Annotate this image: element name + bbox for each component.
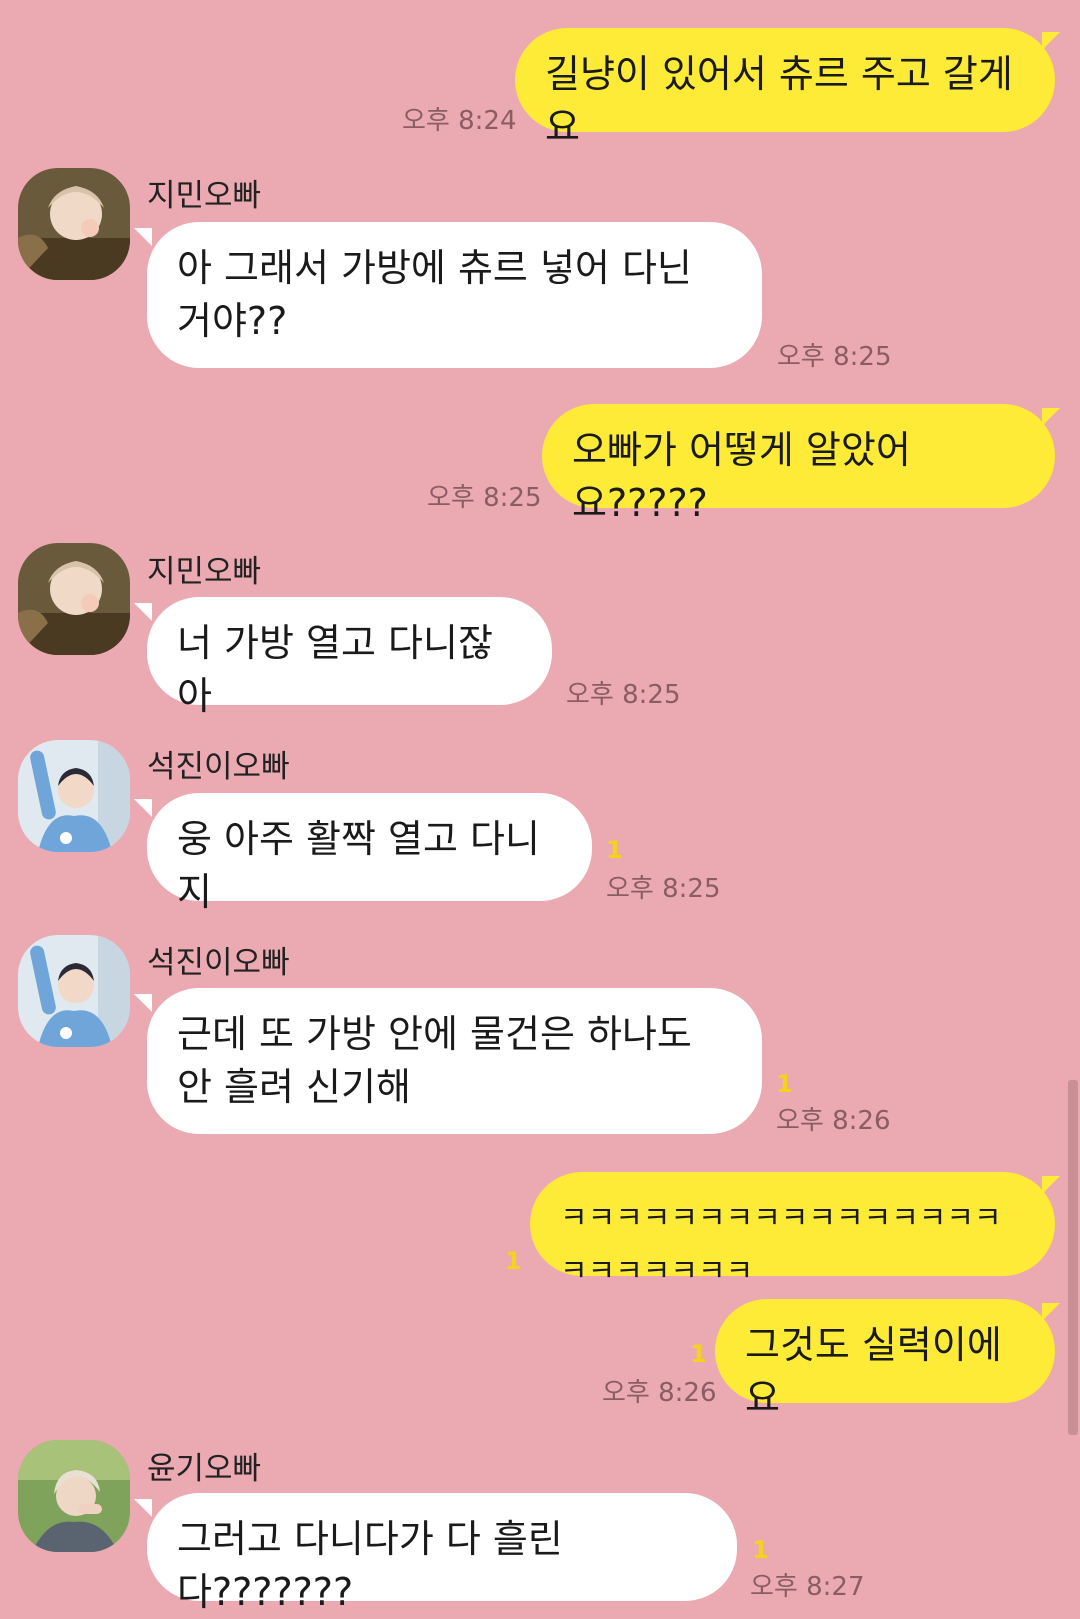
message-bubble[interactable]: 길냥이 있어서 츄르 주고 갈게요 [515, 28, 1055, 149]
message-bubble[interactable]: 오빠가 어떻게 알았어요????? [542, 404, 1055, 525]
avatar-jimin-icon [18, 543, 130, 655]
unread-count: 1 [606, 836, 623, 864]
sender-name: 석진이오빠 [147, 749, 290, 785]
message-time: 오후 8:25 [566, 680, 681, 710]
message-time: 오후 8:24 [402, 106, 517, 136]
message-bubble[interactable]: 아 그래서 가방에 츄르 넣어 다닌 거야?? [147, 222, 762, 368]
avatar-seokjin-icon [18, 740, 130, 852]
avatar[interactable] [18, 935, 130, 1047]
avatar[interactable] [18, 168, 130, 280]
message-bubble[interactable]: 웅 아주 활짝 열고 다니지 [147, 793, 592, 914]
scrollbar[interactable] [1068, 1080, 1078, 1435]
avatar[interactable] [18, 740, 130, 852]
avatar[interactable] [18, 1440, 130, 1552]
message-bubble[interactable]: 근데 또 가방 안에 물건은 하나도 안 흘려 신기해 [147, 988, 762, 1134]
avatar-yoongi-icon [18, 1440, 130, 1552]
bubble-tail [1042, 408, 1060, 426]
message-time: 오후 8:25 [427, 483, 542, 513]
avatar-jimin-icon [18, 168, 130, 280]
avatar-seokjin-icon [18, 935, 130, 1047]
sender-name: 석진이오빠 [147, 945, 290, 981]
sender-name: 윤기오빠 [147, 1451, 262, 1487]
bubble-tail [1042, 1303, 1060, 1321]
message-bubble[interactable]: 그것도 실력이에요 [715, 1299, 1055, 1420]
message-bubble[interactable]: 너 가방 열고 다니잖아 [147, 597, 552, 718]
bubble-tail [1042, 32, 1060, 50]
unread-count: 1 [690, 1340, 707, 1368]
bubble-tail [134, 799, 152, 817]
unread-count: 1 [505, 1247, 522, 1275]
unread-count: 1 [752, 1536, 769, 1564]
sender-name: 지민오빠 [147, 554, 262, 590]
sender-name: 지민오빠 [147, 178, 262, 214]
bubble-tail [1042, 1176, 1060, 1194]
avatar[interactable] [18, 543, 130, 655]
bubble-tail [134, 228, 152, 246]
message-time: 오후 8:26 [602, 1378, 717, 1408]
bubble-tail [134, 994, 152, 1012]
bubble-tail [134, 603, 152, 621]
message-bubble[interactable]: 그러고 다니다가 다 흘린다??????? [147, 1493, 737, 1614]
message-time: 오후 8:25 [606, 874, 721, 904]
message-time: 오후 8:26 [776, 1106, 891, 1136]
message-time: 오후 8:27 [750, 1572, 865, 1602]
message-bubble[interactable]: ㅋㅋㅋㅋㅋㅋㅋㅋㅋㅋㅋㅋㅋㅋㅋㅋㅋㅋㅋㅋㅋㅋㅋ [530, 1172, 1055, 1289]
message-time: 오후 8:25 [777, 342, 892, 372]
unread-count: 1 [776, 1070, 793, 1098]
bubble-tail [134, 1499, 152, 1517]
